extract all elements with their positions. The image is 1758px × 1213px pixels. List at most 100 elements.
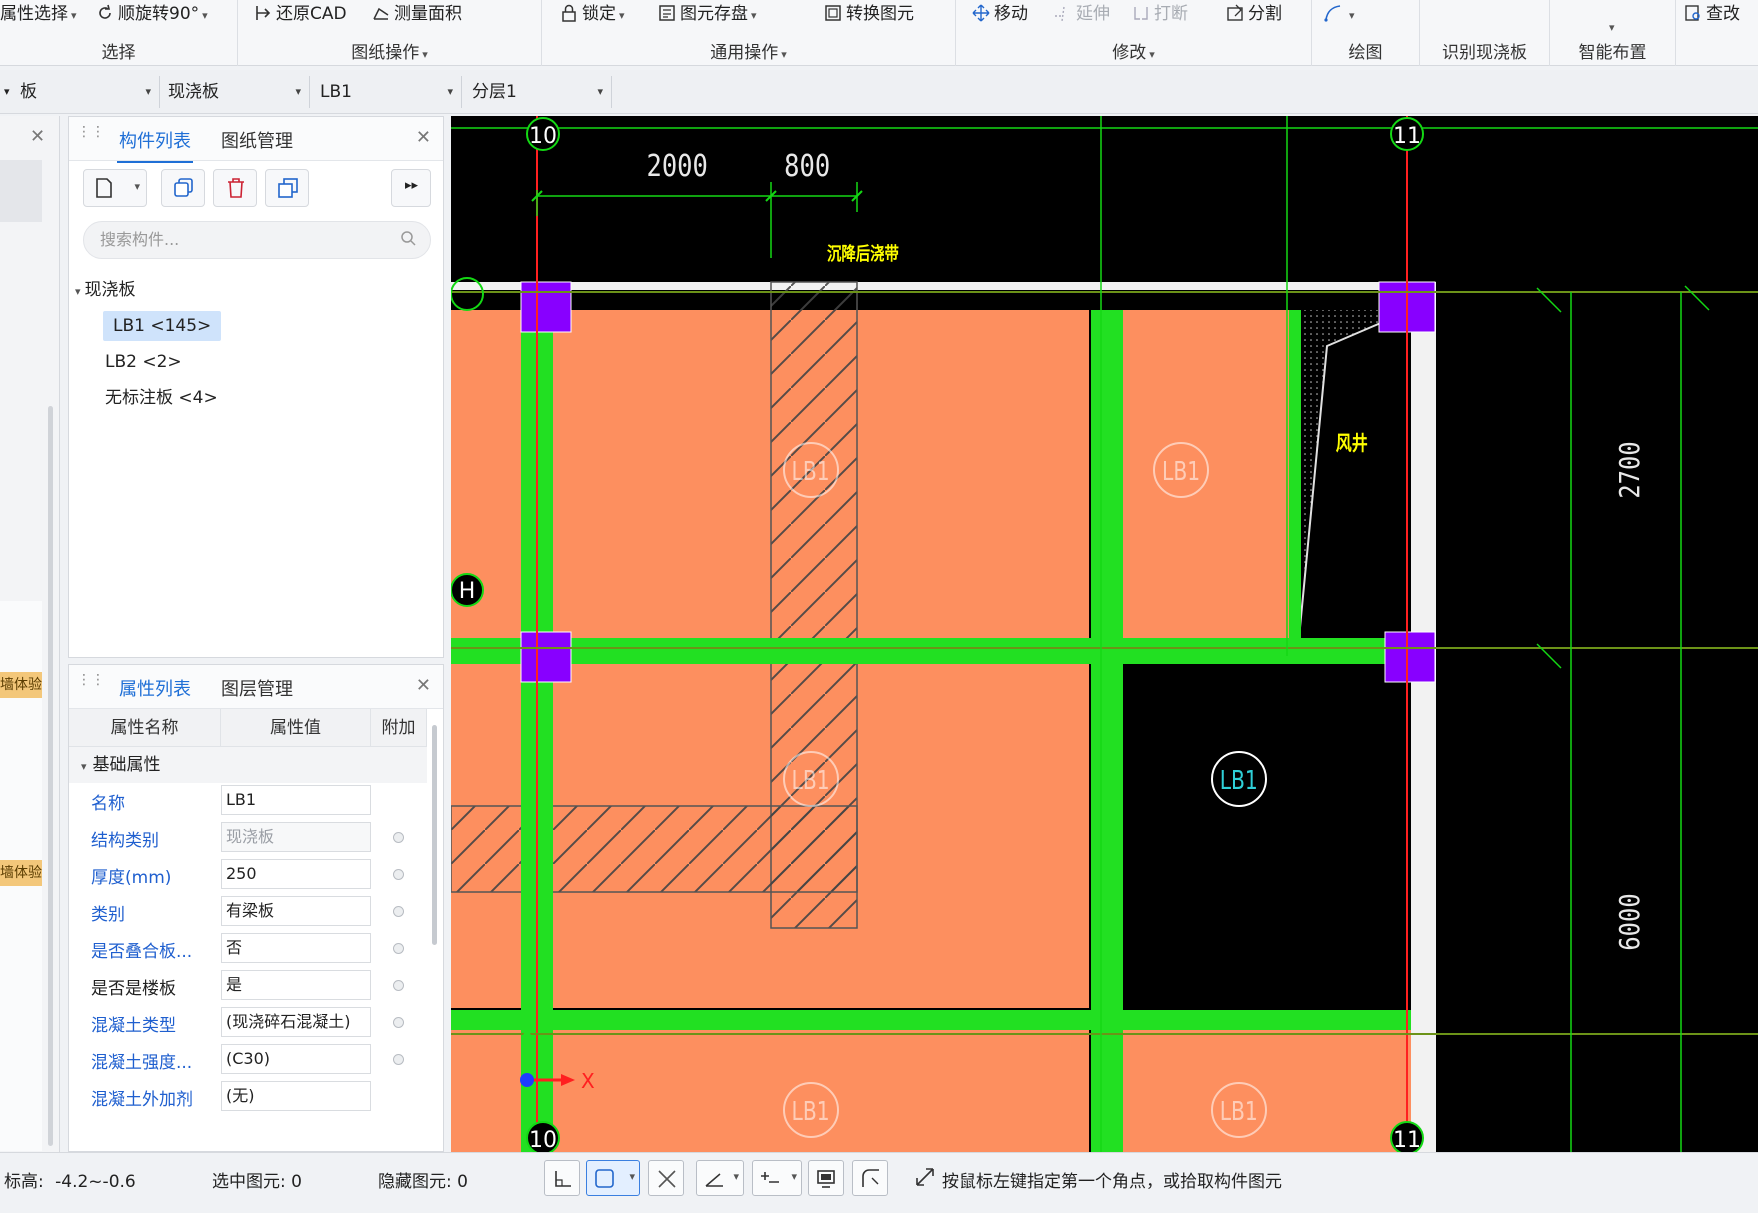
restore-cad-button[interactable]: 还原CAD xyxy=(254,2,347,26)
dimension-top xyxy=(531,182,863,258)
close-icon[interactable]: ✕ xyxy=(416,127,431,148)
resize-arrow-icon xyxy=(914,1166,936,1193)
component-select[interactable]: LB1 ▾ xyxy=(310,76,462,108)
property-panel-tabs: ⋮⋮ 属性列表 图层管理 ✕ xyxy=(69,665,443,711)
tab-layer-management[interactable]: 图层管理 xyxy=(221,675,293,701)
convert-element-button[interactable]: 转换图元 xyxy=(824,2,914,26)
ribbon-toolbar: 属性选择 ▾ 顺旋转90° ▾ 选择 还原CAD 测量面积 图纸操作 ▾ 锁定 … xyxy=(0,0,1758,66)
ribbon-group-label: 通用操作 ▾ xyxy=(710,43,787,63)
svg-text:11: 11 xyxy=(1393,1128,1421,1152)
slab[interactable] xyxy=(551,1028,1089,1152)
layer-select[interactable]: 分层1 ▾ xyxy=(462,76,612,108)
svg-text:LB1: LB1 xyxy=(792,457,830,487)
beam[interactable] xyxy=(451,638,1411,664)
split-button[interactable]: 分割 xyxy=(1226,2,1282,26)
tree-root[interactable]: ▾ 现浇板 xyxy=(75,275,136,305)
plan-drawing[interactable]: 2000 800 2700 6000 10 11 10 11 H 沉降后浇带 风… xyxy=(451,116,1758,1152)
ribbon-group-label: 绘图 xyxy=(1348,43,1383,63)
property-value-concrete-type[interactable]: (现浇碎石混凝土) xyxy=(221,1007,371,1037)
dimension-800: 800 xyxy=(784,148,830,184)
ribbon-group-drawing-ops: 还原CAD 测量面积 图纸操作 ▾ xyxy=(238,0,542,66)
extra-checkbox[interactable] xyxy=(393,832,404,843)
tree-item-lb2[interactable]: LB2 <2> xyxy=(105,347,182,377)
extend-button[interactable]: 延伸 xyxy=(1054,2,1110,26)
snap-toggle[interactable]: ▾ xyxy=(586,1160,640,1196)
slab-type-select[interactable]: 现浇板 ▾ xyxy=(160,76,310,108)
shaft-label: 风井 xyxy=(1336,431,1368,455)
wall-check-tag[interactable]: 墙体验 xyxy=(0,672,42,698)
break-button[interactable]: 打断 xyxy=(1132,2,1188,26)
tab-component-list[interactable]: 构件列表 xyxy=(117,127,193,163)
property-name: 是否是楼板 xyxy=(91,979,176,999)
column[interactable] xyxy=(520,631,572,683)
strip-scrollbar[interactable] xyxy=(48,406,53,1146)
post-pour-strip xyxy=(451,805,858,893)
tree-item-unlabeled[interactable]: 无标注板 <4> xyxy=(105,383,218,413)
display-toggle[interactable] xyxy=(808,1160,844,1196)
measure-area-button[interactable]: 测量面积 xyxy=(372,2,462,26)
wall-outline xyxy=(451,282,1436,290)
lock-button[interactable]: 锁定 ▾ xyxy=(560,2,625,26)
left-side-strip: ✕ 墙体验 墙体验 xyxy=(0,116,60,1152)
wall-check-tag[interactable]: 墙体验 xyxy=(0,860,42,886)
property-value-concrete-strength[interactable]: (C30) xyxy=(221,1044,371,1074)
chevron-down-icon: ▾ xyxy=(733,1170,739,1183)
slab[interactable] xyxy=(1123,1028,1411,1152)
search-icon xyxy=(400,223,416,259)
axis-bubble-h: H xyxy=(451,573,484,607)
dimension-2000: 2000 xyxy=(647,148,708,184)
angle-toggle[interactable]: ▾ xyxy=(696,1160,744,1196)
ribbon-group-label: 选择 xyxy=(101,43,136,63)
draw-arc-button[interactable]: ▾ xyxy=(1324,2,1355,26)
layer-copy-button[interactable] xyxy=(265,169,309,207)
tab-drawing-management[interactable]: 图纸管理 xyxy=(221,127,293,153)
extra-checkbox[interactable] xyxy=(393,1017,404,1028)
drag-handle-icon[interactable]: ⋮⋮ xyxy=(77,125,105,149)
rotate-90-button[interactable]: 顺旋转90° ▾ xyxy=(96,2,208,26)
check-edit-button[interactable]: 查改 xyxy=(1684,2,1740,26)
column[interactable] xyxy=(520,281,572,333)
component-list-panel: ⋮⋮ 构件列表 图纸管理 ✕ ▾ ▸▸ 搜索构件... ▾ 现浇板 LB1 <14 xyxy=(68,116,444,658)
beam[interactable] xyxy=(451,1010,1411,1030)
element-save-button[interactable]: 图元存盘 ▾ xyxy=(658,2,757,26)
drawing-canvas[interactable]: 2000 800 2700 6000 10 11 10 11 H 沉降后浇带 风… xyxy=(451,116,1758,1152)
close-icon[interactable]: ✕ xyxy=(416,675,431,696)
extra-checkbox[interactable] xyxy=(393,1054,404,1065)
more-tools-button[interactable]: ▸▸ xyxy=(391,169,431,207)
property-value-thickness[interactable]: 250 xyxy=(221,859,371,889)
property-name: 类别 xyxy=(91,905,125,925)
offset-toggle[interactable]: ▾ xyxy=(752,1160,802,1196)
measure-area-icon xyxy=(372,4,390,22)
extra-checkbox[interactable] xyxy=(393,943,404,954)
column[interactable] xyxy=(1384,631,1436,683)
curve-toggle[interactable] xyxy=(852,1160,888,1196)
copy-component-button[interactable] xyxy=(161,169,205,207)
property-select-button[interactable]: 属性选择 ▾ xyxy=(0,2,77,26)
delete-component-button[interactable] xyxy=(213,169,257,207)
chevron-down-icon: ▾ xyxy=(629,1170,635,1183)
tree-item-lb1[interactable]: LB1 <145> xyxy=(103,311,222,341)
smart-layout-dropdown[interactable]: ▾ xyxy=(1606,14,1615,38)
property-scrollbar[interactable] xyxy=(432,725,437,945)
svg-text:X: X xyxy=(581,1069,595,1093)
extra-checkbox[interactable] xyxy=(393,980,404,991)
element-type-select[interactable]: ▾ 板 ▾ xyxy=(0,76,160,108)
beam[interactable] xyxy=(1289,310,1301,638)
new-component-button[interactable]: ▾ xyxy=(83,169,147,207)
close-icon[interactable]: ✕ xyxy=(30,126,45,147)
category-basic-properties[interactable]: ▾ 基础属性 xyxy=(69,747,427,783)
component-search-input[interactable]: 搜索构件... xyxy=(83,221,431,259)
property-value-composite[interactable]: 否 xyxy=(221,933,371,963)
drag-handle-icon[interactable]: ⋮⋮ xyxy=(77,673,105,697)
move-button[interactable]: 移动 xyxy=(972,2,1028,26)
cross-toggle[interactable] xyxy=(648,1160,684,1196)
property-value-is-floor[interactable]: 是 xyxy=(221,970,371,1000)
extra-checkbox[interactable] xyxy=(393,906,404,917)
extra-checkbox[interactable] xyxy=(393,869,404,880)
tab-property-list[interactable]: 属性列表 xyxy=(117,675,193,711)
ribbon-group-identify-slab: 识别现浇板 xyxy=(1420,0,1550,66)
ortho-toggle[interactable] xyxy=(544,1160,580,1196)
property-value-name[interactable]: LB1 xyxy=(221,785,371,815)
property-value-admixture[interactable]: (无) xyxy=(221,1081,371,1111)
property-value-category[interactable]: 有梁板 xyxy=(221,896,371,926)
